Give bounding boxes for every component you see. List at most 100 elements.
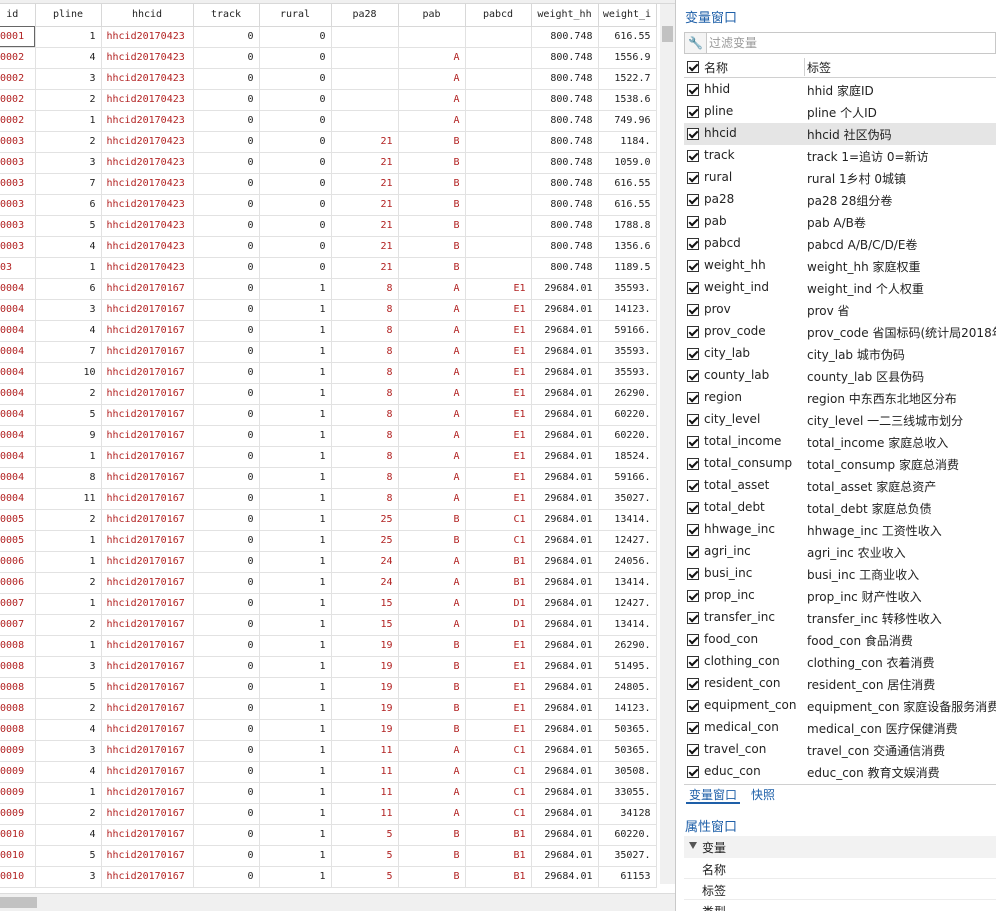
cell-pabcd[interactable]: E1 <box>465 719 532 741</box>
cell-track[interactable]: 0 <box>193 299 260 321</box>
variable-row-hhcid[interactable]: hhcid hhcid 社区伪码 <box>684 123 996 145</box>
cell-track[interactable]: 0 <box>193 236 260 258</box>
cell-pline[interactable]: 2 <box>35 131 102 153</box>
cell-track[interactable]: 0 <box>193 47 260 69</box>
cell-id[interactable]: 00010 <box>0 824 36 846</box>
cell-pab[interactable]: A <box>398 551 466 573</box>
cell-rural[interactable]: 1 <box>259 866 332 888</box>
cell-hhcid[interactable]: hhcid20170167 <box>101 677 194 699</box>
variable-row-weight-ind[interactable]: weight_ind weight_ind 个人权重 <box>684 277 996 299</box>
cell-weight-hh[interactable]: 800.748 <box>531 194 599 216</box>
cell-pab[interactable]: A <box>398 488 466 510</box>
variable-checkbox[interactable] <box>687 612 699 624</box>
cell-hhcid[interactable]: hhcid20170167 <box>101 656 194 678</box>
cell-weight-i[interactable]: 1356.6 <box>598 236 657 258</box>
variable-checkbox[interactable] <box>687 414 699 426</box>
table-row[interactable]: 000094hhcid201701670111AC129684.0130508. <box>0 761 657 783</box>
cell-weight-i[interactable]: 35593. <box>598 278 657 300</box>
cell-pa28[interactable] <box>331 110 399 132</box>
variable-row-pline[interactable]: pline pline 个人ID <box>684 101 996 123</box>
cell-track[interactable]: 0 <box>193 278 260 300</box>
cell-weight-i[interactable]: 30508. <box>598 761 657 783</box>
table-row[interactable]: 000032hhcid201704230021B800.7481184. <box>0 131 657 153</box>
cell-weight-hh[interactable]: 29684.01 <box>531 278 599 300</box>
cell-weight-hh[interactable]: 800.748 <box>531 257 599 279</box>
cell-rural[interactable]: 0 <box>259 47 332 69</box>
cell-pa28[interactable]: 25 <box>331 530 399 552</box>
cell-pabcd[interactable] <box>465 47 532 69</box>
cell-weight-hh[interactable]: 29684.01 <box>531 383 599 405</box>
cell-hhcid[interactable]: hhcid20170167 <box>101 635 194 657</box>
cell-rural[interactable]: 1 <box>259 467 332 489</box>
cell-id[interactable]: 00002 <box>0 47 36 69</box>
cell-id[interactable]: 00009 <box>0 803 36 825</box>
variable-checkbox[interactable] <box>687 744 699 756</box>
cell-rural[interactable]: 1 <box>259 677 332 699</box>
table-row[interactable]: 000091hhcid201701670111AC129684.0133055. <box>0 782 657 804</box>
cell-pa28[interactable]: 8 <box>331 467 399 489</box>
cell-pa28[interactable] <box>331 89 399 111</box>
cell-pabcd[interactable]: E1 <box>465 488 532 510</box>
filter-variables-input[interactable] <box>709 34 989 52</box>
column-separator[interactable] <box>804 58 805 76</box>
cell-hhcid[interactable]: hhcid20170167 <box>101 761 194 783</box>
cell-rural[interactable]: 1 <box>259 425 332 447</box>
cell-hhcid[interactable]: hhcid20170167 <box>101 593 194 615</box>
cell-pa28[interactable]: 25 <box>331 509 399 531</box>
cell-weight-hh[interactable]: 800.748 <box>531 131 599 153</box>
cell-pline[interactable]: 1 <box>35 635 102 657</box>
cell-pab[interactable]: A <box>398 68 466 90</box>
variable-checkbox[interactable] <box>687 260 699 272</box>
tab-snapshot[interactable]: 快照 <box>748 786 778 804</box>
cell-track[interactable]: 0 <box>193 698 260 720</box>
table-row[interactable]: 000103hhcid20170167015BB129684.0161153 <box>0 866 657 888</box>
cell-pline[interactable]: 4 <box>35 824 102 846</box>
table-row[interactable]: 000034hhcid201704230021B800.7481356.6 <box>0 236 657 258</box>
table-row[interactable]: 000092hhcid201701670111AC129684.0134128 <box>0 803 657 825</box>
cell-weight-i[interactable]: 13414. <box>598 509 657 531</box>
cell-pab[interactable]: A <box>398 299 466 321</box>
cell-weight-i[interactable]: 61153 <box>598 866 657 888</box>
variable-row-total-debt[interactable]: total_debt total_debt 家庭总负债 <box>684 497 996 519</box>
cell-track[interactable]: 0 <box>193 782 260 804</box>
cell-pab[interactable]: B <box>398 257 466 279</box>
cell-pline[interactable]: 6 <box>35 278 102 300</box>
cell-hhcid[interactable]: hhcid20170423 <box>101 26 194 48</box>
column-header-pab[interactable]: pab <box>398 4 466 27</box>
cell-hhcid[interactable]: hhcid20170167 <box>101 740 194 762</box>
cell-hhcid[interactable]: hhcid20170167 <box>101 404 194 426</box>
cell-pline[interactable]: 1 <box>35 530 102 552</box>
table-row[interactable]: 000048hhcid20170167018AE129684.0159166. <box>0 467 657 489</box>
cell-pa28[interactable]: 19 <box>331 698 399 720</box>
cell-id[interactable]: 00004 <box>0 362 36 384</box>
cell-pline[interactable]: 7 <box>35 341 102 363</box>
column-header-rural[interactable]: rural <box>259 4 332 27</box>
variable-row-agri-inc[interactable]: agri_inc agri_inc 农业收入 <box>684 541 996 563</box>
cell-pab[interactable]: B <box>398 509 466 531</box>
variable-checkbox[interactable] <box>687 194 699 206</box>
table-row[interactable]: 000035hhcid201704230021B800.7481788.8 <box>0 215 657 237</box>
cell-hhcid[interactable]: hhcid20170167 <box>101 299 194 321</box>
cell-id[interactable]: 00003 <box>0 173 36 195</box>
cell-weight-i[interactable]: 35593. <box>598 341 657 363</box>
cell-id[interactable]: 003 <box>0 257 36 279</box>
cell-pabcd[interactable] <box>465 215 532 237</box>
cell-id[interactable]: 00007 <box>0 614 36 636</box>
vertical-scroll-thumb[interactable] <box>662 26 673 42</box>
cell-pabcd[interactable]: D1 <box>465 593 532 615</box>
cell-pabcd[interactable] <box>465 236 532 258</box>
variable-checkbox[interactable] <box>687 634 699 646</box>
cell-pa28[interactable]: 24 <box>331 551 399 573</box>
table-row[interactable]: 000021hhcid2017042300A800.748749.96 <box>0 110 657 132</box>
cell-track[interactable]: 0 <box>193 593 260 615</box>
cell-pabcd[interactable]: B1 <box>465 572 532 594</box>
cell-hhcid[interactable]: hhcid20170423 <box>101 257 194 279</box>
cell-weight-i[interactable]: 50365. <box>598 740 657 762</box>
cell-hhcid[interactable]: hhcid20170167 <box>101 320 194 342</box>
cell-weight-i[interactable]: 14123. <box>598 698 657 720</box>
cell-rural[interactable]: 0 <box>259 68 332 90</box>
variable-checkbox[interactable] <box>687 502 699 514</box>
cell-pabcd[interactable]: E1 <box>465 446 532 468</box>
cell-hhcid[interactable]: hhcid20170167 <box>101 614 194 636</box>
cell-pline[interactable]: 1 <box>35 551 102 573</box>
